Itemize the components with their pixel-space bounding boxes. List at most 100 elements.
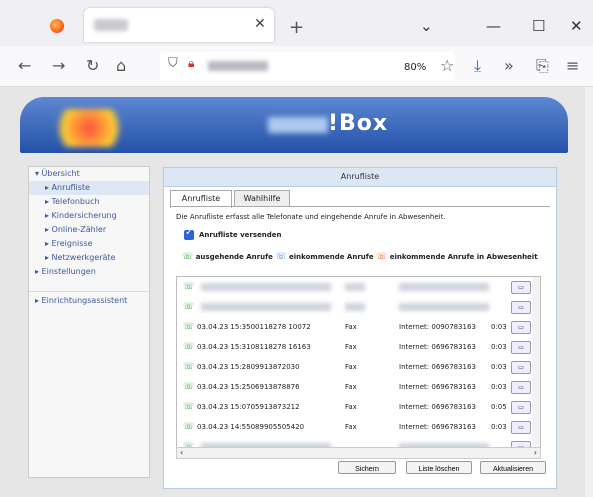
sidebar: ▾ Übersicht ▸ Anrufliste ▸ Telefonbuch ▸… [28, 166, 150, 478]
table-row: ☏ 03.04.23 15:0705913873212 Fax Internet… [177, 397, 540, 417]
list-scrollbar[interactable] [532, 277, 540, 447]
reload-icon[interactable]: ↻ [86, 56, 99, 75]
call-legend: ☏ ausgehende Anrufe ☏ einkommende Anrufe… [182, 252, 538, 262]
row-internet: Internet: 0696783163 [399, 403, 476, 411]
star-icon[interactable]: ☆ [440, 56, 454, 75]
outgoing-call-icon: ☏ [183, 362, 195, 372]
sidebar-item-einrichtungsassistent[interactable]: ▸ Einrichtungsassistent [29, 291, 149, 308]
extensions-icon[interactable]: ⎘ [536, 56, 549, 76]
sidebar-item-telefonbuch[interactable]: ▸ Telefonbuch [29, 195, 149, 209]
menu-icon[interactable]: ≡ [566, 56, 579, 75]
row-internet: Internet: 0696783163 [399, 383, 476, 391]
refresh-button[interactable]: Aktualisieren [480, 461, 546, 474]
list-horizontal-scrollbar[interactable]: ‹ › [176, 447, 541, 459]
sidebar-item-anrufliste[interactable]: ▸ Anrufliste [29, 181, 149, 195]
back-icon[interactable]: ← [18, 56, 31, 75]
missed-call-icon: ☏ [376, 252, 388, 262]
url-redacted [208, 61, 268, 71]
row-datetime-number: 03.04.23 15:0705913873212 [197, 403, 300, 411]
row-datetime-number: 03.04.23 15:2809913872030 [197, 363, 300, 371]
outgoing-call-icon: ☏ [183, 322, 195, 332]
title-redacted [268, 117, 328, 133]
description-text: Die Anrufliste erfasst alle Telefonate u… [176, 213, 446, 221]
table-row: ☏ 03.04.23 15:3500118278 10072 Fax Inter… [177, 317, 540, 337]
browser-nav-bar: ← → ↻ ⌂ ⛉ 🔒︎ 80% ☆ ⤓ » ⎘ ≡ [0, 46, 593, 87]
row-internet: Internet: 0696783163 [399, 363, 476, 371]
scroll-left-icon[interactable]: ‹ [180, 448, 183, 458]
tab-wahlhilfe[interactable]: Wahlhilfe [234, 190, 290, 207]
maximize-icon[interactable]: ☐ [532, 17, 545, 35]
redacted-cell [399, 283, 489, 291]
row-action-button[interactable]: ▭ [511, 421, 531, 434]
panel-title: Anrufliste [164, 168, 556, 187]
forward-icon[interactable]: → [52, 56, 65, 75]
row-action-button[interactable]: ▭ [511, 381, 531, 394]
redacted-cell [345, 303, 365, 311]
lock-icon[interactable]: 🔒︎ [188, 56, 194, 71]
sidebar-item-einstellungen[interactable]: ▸ Einstellungen [29, 265, 149, 279]
row-action-button[interactable]: ▭ [511, 321, 531, 334]
legend-incoming: einkommende Anrufe [289, 253, 374, 261]
save-button[interactable]: Sichern [338, 461, 396, 474]
sidebar-item-uebersicht[interactable]: ▾ Übersicht [29, 167, 149, 181]
minimize-icon[interactable]: — [486, 17, 501, 35]
redacted-cell [201, 283, 331, 291]
outgoing-call-icon: ☏ [183, 382, 195, 392]
row-action-button[interactable]: ▭ [511, 361, 531, 374]
row-type: Fax [345, 423, 357, 431]
sidebar-item-ereignisse[interactable]: ▸ Ereignisse [29, 237, 149, 251]
call-list: ☏ ▭ ☏ ▭ ☏ 03.04.23 15:3500118278 10072 F… [176, 276, 541, 448]
content-panel: Anrufliste Anrufliste Wahlhilfe Die Anru… [163, 167, 557, 489]
tab-title-redacted [94, 19, 128, 31]
tab-divider [170, 206, 550, 207]
table-row: ☏ 03.04.23 14:55089905505420 Fax Interne… [177, 417, 540, 437]
row-action-button[interactable]: ▭ [511, 281, 531, 294]
row-datetime-number: 03.04.23 14:55089905505420 [197, 423, 305, 431]
overflow-icon[interactable]: » [504, 56, 514, 75]
page-scrollbar[interactable] [585, 87, 593, 497]
row-action-button[interactable]: ▭ [511, 301, 531, 314]
row-duration: 0:03 [491, 323, 507, 331]
send-list-checkbox[interactable] [184, 227, 194, 240]
redacted-cell [201, 303, 331, 311]
row-type: Fax [345, 383, 357, 391]
banner: !Box [20, 97, 568, 153]
row-duration: 0:03 [491, 423, 507, 431]
row-internet: Internet: 0696783163 [399, 343, 476, 351]
chevron-down-icon[interactable]: ⌄ [420, 17, 433, 35]
logo-redacted [50, 109, 128, 147]
shield-icon[interactable]: ⛉ [168, 56, 178, 71]
redacted-cell [345, 283, 365, 291]
outgoing-call-icon: ☏ [183, 422, 195, 432]
row-action-button[interactable]: ▭ [511, 341, 531, 354]
row-duration: 0:03 [491, 363, 507, 371]
outgoing-call-icon: ☏ [183, 402, 195, 412]
page-viewport: !Box ▾ Übersicht ▸ Anrufliste ▸ Telefonb… [0, 87, 585, 497]
plus-icon[interactable]: + [289, 17, 304, 38]
sidebar-item-netzwerkgeraete[interactable]: ▸ Netzwerkgeräte [29, 251, 149, 265]
outgoing-call-icon: ☏ [182, 252, 194, 262]
row-duration: 0:03 [491, 343, 507, 351]
row-action-button[interactable]: ▭ [511, 401, 531, 414]
legend-missed: einkommende Anrufe in Abwesenheit [389, 253, 538, 261]
row-internet: Internet: 0696783163 [399, 423, 476, 431]
download-icon[interactable]: ⤓ [474, 56, 481, 76]
row-internet: Internet: 0090783163 [399, 323, 476, 331]
legend-outgoing: ausgehende Anrufe [195, 253, 273, 261]
row-type: Fax [345, 403, 357, 411]
row-duration: 0:05 [491, 403, 507, 411]
clear-list-button[interactable]: Liste löschen [406, 461, 472, 474]
window-close-icon[interactable]: ✕ [570, 17, 583, 35]
table-row: ☏ 03.04.23 15:3108118278 16163 Fax Inter… [177, 337, 540, 357]
sidebar-item-online-zaehler[interactable]: ▸ Online-Zähler [29, 223, 149, 237]
zoom-level[interactable]: 80% [404, 62, 426, 73]
outgoing-call-icon: ☏ [183, 302, 195, 312]
row-duration: 0:03 [491, 383, 507, 391]
close-icon[interactable]: ✕ [254, 16, 266, 32]
scroll-right-icon[interactable]: › [534, 448, 537, 458]
browser-tab[interactable]: ✕ [84, 8, 274, 42]
home-icon[interactable]: ⌂ [116, 56, 126, 75]
outgoing-call-icon: ☏ [183, 282, 195, 292]
sidebar-item-kindersicherung[interactable]: ▸ Kindersicherung [29, 209, 149, 223]
row-datetime-number: 03.04.23 15:3108118278 16163 [197, 343, 311, 351]
